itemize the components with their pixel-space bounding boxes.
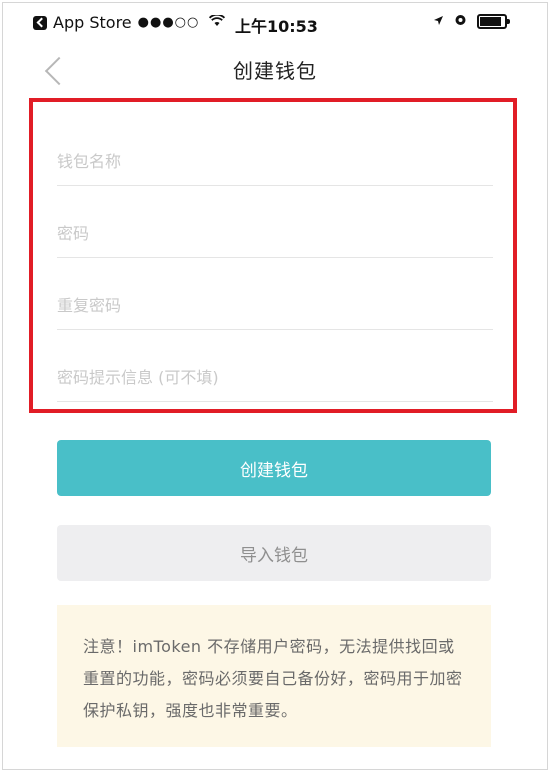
status-bar: App Store ●●●○○ 上午10:53 [3, 3, 547, 41]
status-bar-right [433, 13, 510, 30]
import-wallet-button[interactable]: 导入钱包 [57, 525, 491, 581]
alarm-icon [454, 13, 467, 30]
password-hint-field[interactable] [57, 353, 493, 402]
password-notice: 注意！imToken 不存储用户密码，无法提供找回或重置的功能，密码必须要自己备… [57, 605, 491, 747]
status-time: 上午10:53 [235, 17, 318, 36]
repeat-password-field[interactable] [57, 281, 493, 330]
wallet-name-input[interactable] [57, 137, 493, 185]
phone-screen: App Store ●●●○○ 上午10:53 创建钱包 钱包名称 密码提示信息… [2, 2, 548, 770]
app-store-back-icon[interactable] [33, 15, 47, 30]
password-input[interactable] [57, 209, 493, 257]
battery-icon [477, 14, 510, 29]
notice-text: 注意！imToken 不存储用户密码，无法提供找回或重置的功能，密码必须要自己备… [83, 637, 463, 720]
signal-strength-icon: ●●●○○ [137, 15, 200, 30]
location-arrow-icon [433, 14, 444, 30]
wifi-icon [209, 13, 226, 31]
password-hint-input[interactable] [57, 353, 493, 401]
repeat-password-input[interactable] [57, 281, 493, 329]
page-title: 创建钱包 [233, 59, 317, 83]
create-wallet-button[interactable]: 创建钱包 [57, 440, 491, 496]
wallet-name-field[interactable] [57, 137, 493, 186]
status-bar-left: App Store ●●●○○ [33, 13, 226, 32]
navigation-bar: 创建钱包 [3, 43, 547, 93]
status-carrier[interactable]: App Store [53, 13, 132, 32]
password-field[interactable] [57, 209, 493, 258]
